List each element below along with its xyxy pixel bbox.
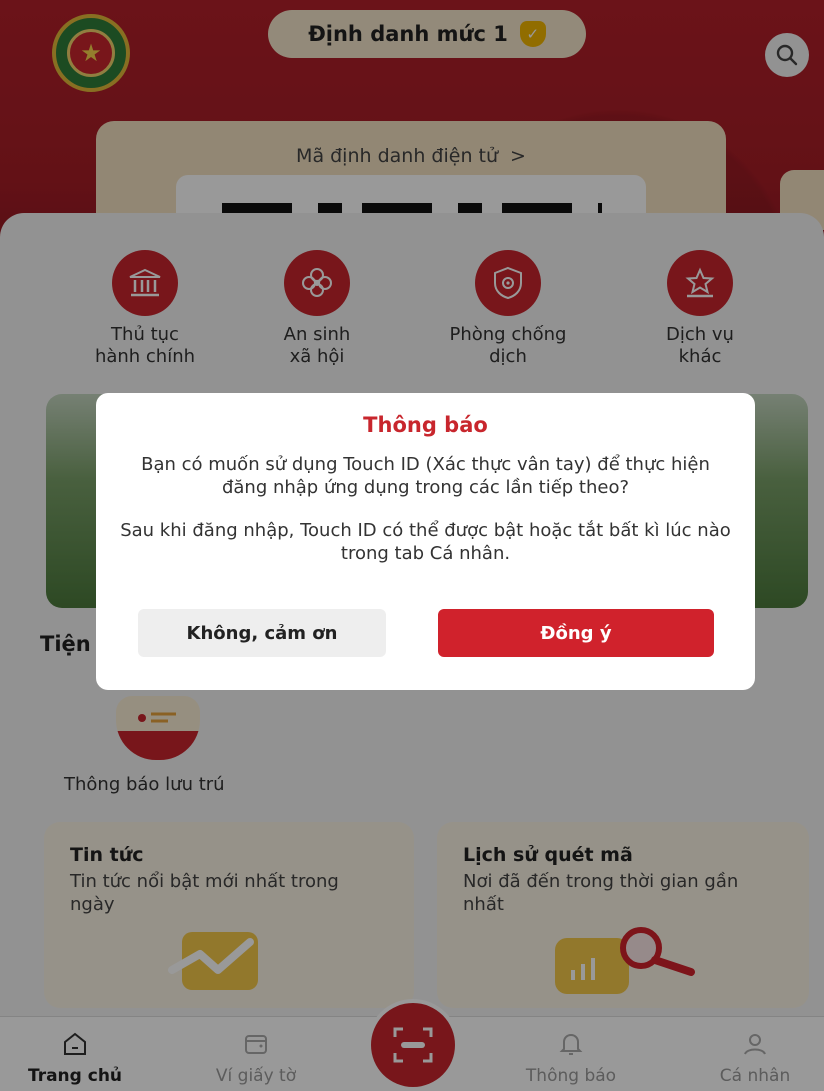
dialog-message: Bạn có muốn sử dụng Touch ID (Xác thực v…	[141, 454, 710, 498]
decline-button[interactable]: Không, cảm ơn	[138, 609, 386, 657]
dialog-note: Sau khi đăng nhập, Touch ID có thể được …	[120, 520, 731, 564]
agree-button[interactable]: Đồng ý	[438, 609, 714, 657]
dialog-title: Thông báo	[363, 413, 488, 437]
dialog-body: Bạn có muốn sử dụng Touch ID (Xác thực v…	[118, 453, 733, 565]
touch-id-dialog: Thông báo Bạn có muốn sử dụng Touch ID (…	[96, 393, 755, 690]
